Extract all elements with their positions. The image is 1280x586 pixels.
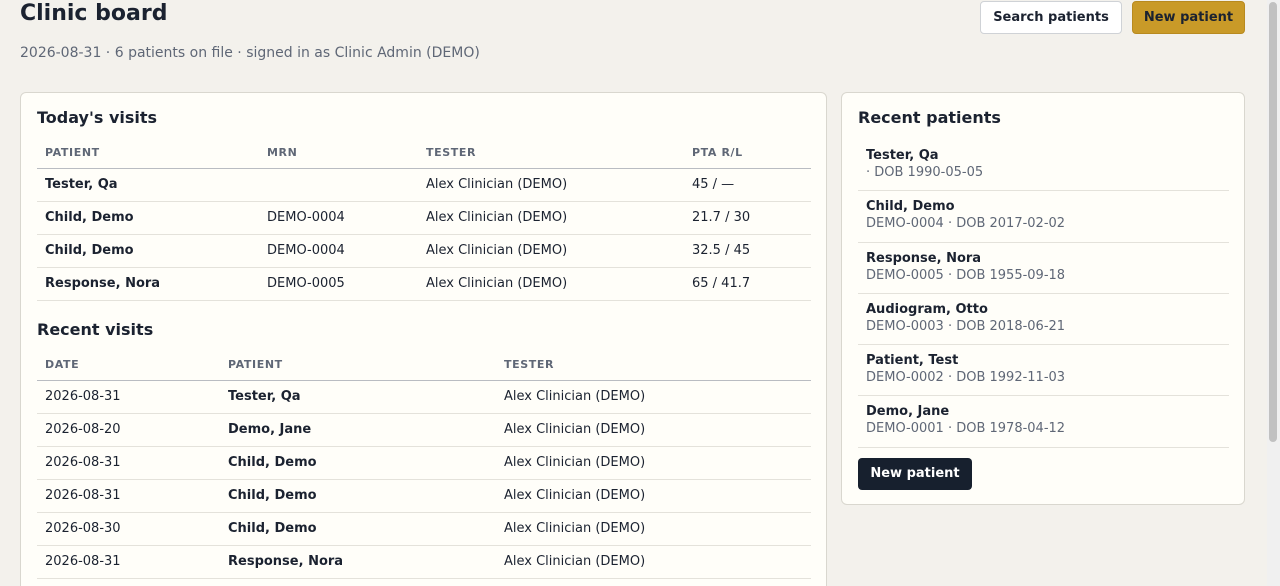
patient-meta: DEMO-0005 · DOB 1955-09-18 <box>866 267 1066 283</box>
mrn-cell: DEMO-0004 <box>259 234 418 268</box>
patient-name[interactable]: Demo, Jane <box>866 404 1221 420</box>
table-header-row: DATE PATIENT TESTER <box>37 350 811 381</box>
tester-cell: Alex Clinician (DEMO) <box>418 168 684 202</box>
recent-patients-list: Tester, Qa · DOB 1990-05-05 Child, Demo … <box>858 140 1229 448</box>
date-cell: 2026-08-31 <box>37 479 220 513</box>
mrn-cell <box>259 168 418 202</box>
patient-meta: DEMO-0001 · DOB 1978-04-12 <box>866 421 1066 437</box>
table-row[interactable]: Response, Nora DEMO-0005 Alex Clinician … <box>37 267 811 301</box>
patient-cell[interactable]: Child, Demo <box>220 512 496 546</box>
patient-cell[interactable]: Response, Nora <box>37 267 259 301</box>
patient-cell[interactable]: Child, Demo <box>220 479 496 513</box>
pta-cell: 45 / — <box>684 168 811 202</box>
tester-cell: Alex Clinician (DEMO) <box>418 267 684 301</box>
patient-cell[interactable]: Child, Demo <box>220 446 496 480</box>
date-cell: 2026-08-31 <box>37 545 220 579</box>
recent-visits-table: DATE PATIENT TESTER 2026-08-31 Tester, Q… <box>37 350 811 579</box>
date-cell: 2026-08-31 <box>37 446 220 480</box>
list-item[interactable]: Response, Nora DEMO-0005 · DOB 1955-09-1… <box>858 243 1229 294</box>
table-row[interactable]: 2026-08-20 Demo, Jane Alex Clinician (DE… <box>37 413 811 447</box>
date-cell: 2026-08-20 <box>37 413 220 447</box>
patient-name[interactable]: Audiogram, Otto <box>866 302 1221 318</box>
mrn-cell: DEMO-0005 <box>259 267 418 301</box>
list-item[interactable]: Tester, Qa · DOB 1990-05-05 <box>858 140 1229 192</box>
search-patients-button[interactable]: Search patients <box>980 1 1122 34</box>
pta-cell: 32.5 / 45 <box>684 234 811 268</box>
column-header-mrn: MRN <box>259 138 418 169</box>
date-cell: 2026-08-30 <box>37 512 220 546</box>
tester-cell: Alex Clinician (DEMO) <box>496 545 811 579</box>
table-row[interactable]: 2026-08-31 Response, Nora Alex Clinician… <box>37 545 811 579</box>
tester-cell: Alex Clinician (DEMO) <box>418 234 684 268</box>
tester-cell: Alex Clinician (DEMO) <box>496 413 811 447</box>
patient-cell[interactable]: Child, Demo <box>37 201 259 235</box>
tester-cell: Alex Clinician (DEMO) <box>418 201 684 235</box>
column-header-tester: TESTER <box>496 350 811 381</box>
patient-meta: DEMO-0004 · DOB 2017-02-02 <box>866 216 1066 232</box>
patient-meta: DEMO-0003 · DOB 2018-06-21 <box>866 318 1066 334</box>
column-header-patient: PATIENT <box>220 350 496 381</box>
column-header-date: DATE <box>37 350 220 381</box>
clinic-board-page: Clinic board 2026-08-31 · 6 patients on … <box>0 0 1280 586</box>
table-row[interactable]: 2026-08-30 Child, Demo Alex Clinician (D… <box>37 512 811 546</box>
patient-cell[interactable]: Tester, Qa <box>37 168 259 202</box>
table-row[interactable]: Child, Demo DEMO-0004 Alex Clinician (DE… <box>37 234 811 268</box>
page-subtitle: 2026-08-31 · 6 patients on file · signed… <box>20 45 480 61</box>
mrn-cell: DEMO-0004 <box>259 201 418 235</box>
pta-cell: 65 / 41.7 <box>684 267 811 301</box>
column-header-tester: TESTER <box>418 138 684 169</box>
list-item[interactable]: Patient, Test DEMO-0002 · DOB 1992-11-03 <box>858 345 1229 397</box>
page-title: Clinic board <box>20 1 168 26</box>
patient-cell[interactable]: Child, Demo <box>37 234 259 268</box>
recent-patients-title: Recent patients <box>858 108 1001 127</box>
patient-meta: · DOB 1990-05-05 <box>866 165 984 180</box>
table-row[interactable]: 2026-08-31 Child, Demo Alex Clinician (D… <box>37 446 811 480</box>
patient-cell[interactable]: Demo, Jane <box>220 413 496 447</box>
date-cell: 2026-08-31 <box>37 380 220 414</box>
new-patient-button-secondary[interactable]: New patient <box>858 458 972 490</box>
table-row[interactable]: Tester, Qa Alex Clinician (DEMO) 45 / — <box>37 168 811 202</box>
patient-name[interactable]: Response, Nora <box>866 251 1221 267</box>
todays-visits-table: PATIENT MRN TESTER PTA R/L Tester, Qa Al… <box>37 138 811 301</box>
patient-cell[interactable]: Tester, Qa <box>220 380 496 414</box>
patient-cell[interactable]: Response, Nora <box>220 545 496 579</box>
tester-cell: Alex Clinician (DEMO) <box>496 380 811 414</box>
tester-cell: Alex Clinician (DEMO) <box>496 479 811 513</box>
table-row[interactable]: Child, Demo DEMO-0004 Alex Clinician (DE… <box>37 201 811 235</box>
pta-cell: 21.7 / 30 <box>684 201 811 235</box>
list-item[interactable]: Audiogram, Otto DEMO-0003 · DOB 2018-06-… <box>858 294 1229 346</box>
table-row[interactable]: 2026-08-31 Child, Demo Alex Clinician (D… <box>37 479 811 513</box>
visits-card: Today's visits PATIENT MRN TESTER PTA R/… <box>20 92 827 586</box>
patient-name[interactable]: Child, Demo <box>866 199 1221 215</box>
todays-visits-title: Today's visits <box>37 108 158 127</box>
scrollbar-thumb[interactable] <box>1269 2 1277 442</box>
column-header-pta: PTA R/L <box>684 138 811 169</box>
patient-name[interactable]: Patient, Test <box>866 353 1221 369</box>
new-patient-button[interactable]: New patient <box>1132 1 1245 34</box>
list-item[interactable]: Demo, Jane DEMO-0001 · DOB 1978-04-12 <box>858 396 1229 448</box>
patient-meta: DEMO-0002 · DOB 1992-11-03 <box>866 370 1066 386</box>
tester-cell: Alex Clinician (DEMO) <box>496 446 811 480</box>
column-header-patient: PATIENT <box>37 138 259 169</box>
recent-visits-title: Recent visits <box>37 320 154 339</box>
recent-patients-card: Recent patients Tester, Qa · DOB 1990-05… <box>841 92 1245 505</box>
tester-cell: Alex Clinician (DEMO) <box>496 512 811 546</box>
list-item[interactable]: Child, Demo DEMO-0004 · DOB 2017-02-02 <box>858 191 1229 243</box>
table-row[interactable]: 2026-08-31 Tester, Qa Alex Clinician (DE… <box>37 380 811 414</box>
patient-name[interactable]: Tester, Qa <box>866 148 1221 164</box>
table-header-row: PATIENT MRN TESTER PTA R/L <box>37 138 811 169</box>
